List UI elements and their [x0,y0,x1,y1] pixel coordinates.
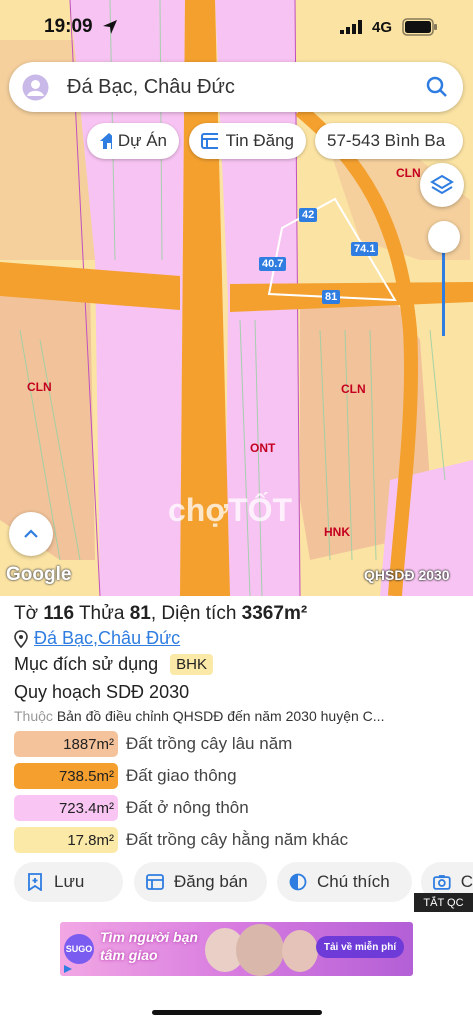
chotot-watermark: chợTỐT [168,492,293,528]
chip-tin-dang[interactable]: Tin Đăng [189,123,306,159]
search-bar[interactable]: Đá Bạc, Châu Đức [9,62,463,112]
legend-area: 17.8m² [14,827,118,853]
listing-icon [201,133,218,149]
purpose-badge: BHK [170,654,213,675]
legend-area: 1887m² [14,731,118,757]
chip-label: Dự Án [117,131,167,150]
save-label: Lưu [54,872,85,891]
legend-button[interactable]: Chú thích [277,862,412,902]
close-ad-button[interactable]: TẮT QC [414,893,473,912]
layers-icon [430,174,454,195]
zone-label-cln: CLN [396,166,421,180]
ad-headline: Tìm người bạn tâm giao [100,929,198,963]
parcel-location: Đá Bạc, Châu Đức [14,628,180,649]
save-button[interactable]: Lưu [14,862,123,902]
belongs-value: Bản đồ điều chỉnh QHSDĐ đến năm 2030 huy… [56,708,385,724]
chevron-up-icon [24,529,38,538]
clock: 19:09 [44,16,93,37]
ad-brand-logo: SUGO [64,934,94,964]
plan-source: Thuộc Bản đồ điều chỉnh QHSDĐ đến năm 20… [14,708,462,724]
legend-item: 1887m² Đất trồng cây lâu năm [14,731,292,757]
parcel-title: Tờ 116 Thửa 81, Diện tích 3367m² [14,603,308,624]
camera-icon [433,875,451,890]
legend-label: Đất trồng cây lâu năm [126,734,293,753]
sheet-number: 116 [43,603,75,624]
chip-label: Tin Đăng [225,131,294,150]
post-sale-label: Đăng bán [174,872,248,891]
status-bar: 19:09 4G [0,0,473,56]
search-input[interactable]: Đá Bạc, Châu Đức [67,76,235,99]
zone-label-cln: CLN [341,382,366,396]
bookmark-add-icon [28,873,42,891]
legend-item: 17.8m² Đất trồng cây hằng năm khác [14,827,348,853]
contrast-icon [289,873,307,891]
chip-label: 57-543 Bình Ba [327,131,446,150]
listing-icon [146,874,164,890]
camera-label: C [460,872,473,891]
opacity-slider-handle[interactable] [428,221,460,253]
area-value: 3367m² [241,603,308,624]
legend-item: 738.5m² Đất giao thông [14,763,237,789]
dimension-label: 74.1 [351,242,379,256]
belongs-label: Thuộc [14,708,53,724]
legend-label: Chú thích [317,872,390,891]
plot-number: 81 [129,603,151,624]
ward-link[interactable]: Đá Bạc [34,628,93,649]
plan-title: Quy hoạch SDĐ 2030 [14,682,190,702]
legend-area: 723.4m² [14,795,118,821]
avatar-icon[interactable] [22,74,49,101]
dimension-label: 40.7 [259,257,287,271]
google-logo: Google [6,564,72,585]
house-icon [100,133,112,149]
dimension-label: 81 [322,290,341,304]
dimension-label: 42 [299,208,318,222]
land-purpose: Mục đích sử dụng BHK [14,654,213,675]
plot-label: Thửa [78,603,125,624]
chip-address[interactable]: 57-543 Bình Ba [315,123,463,159]
zone-label-ont: ONT [250,441,276,455]
ad-cta-button[interactable]: Tải về miễn phí [316,936,404,958]
zone-label-hnk: HNK [324,525,350,539]
purpose-label: Mục đích sử dụng [14,654,159,674]
legend-label: Đất trồng cây hằng năm khác [126,830,349,849]
sheet-label: Tờ [14,603,39,624]
area-label: Diện tích [161,603,237,624]
legend-label: Đất ở nông thôn [126,798,249,817]
ad-photo [282,930,318,972]
ad-photo [236,924,284,976]
home-indicator[interactable] [152,1010,322,1015]
battery-icon [402,18,437,36]
layers-button[interactable] [420,163,464,207]
chip-du-an[interactable]: Dự Án [87,123,179,159]
legend-label: Đất giao thông [126,766,237,785]
network-type: 4G [372,19,393,36]
zone-label-cln: CLN [27,380,52,394]
ad-choices-icon[interactable] [63,964,73,974]
district-link[interactable]: Châu Đức [98,628,180,649]
map-pin-icon [14,629,28,648]
location-arrow-icon [103,20,117,34]
post-sale-button[interactable]: Đăng bán [134,862,267,902]
legend-item: 723.4m² Đất ở nông thôn [14,795,249,821]
signal-icon [340,20,362,34]
layer-badge: QHSDĐ 2030 [364,567,450,583]
search-icon[interactable] [425,75,449,99]
ad-banner[interactable]: SUGO Tìm người bạn tâm giao Tải về miễn … [60,922,413,976]
legend-area: 738.5m² [14,763,118,789]
expand-panel-button[interactable] [9,512,53,556]
